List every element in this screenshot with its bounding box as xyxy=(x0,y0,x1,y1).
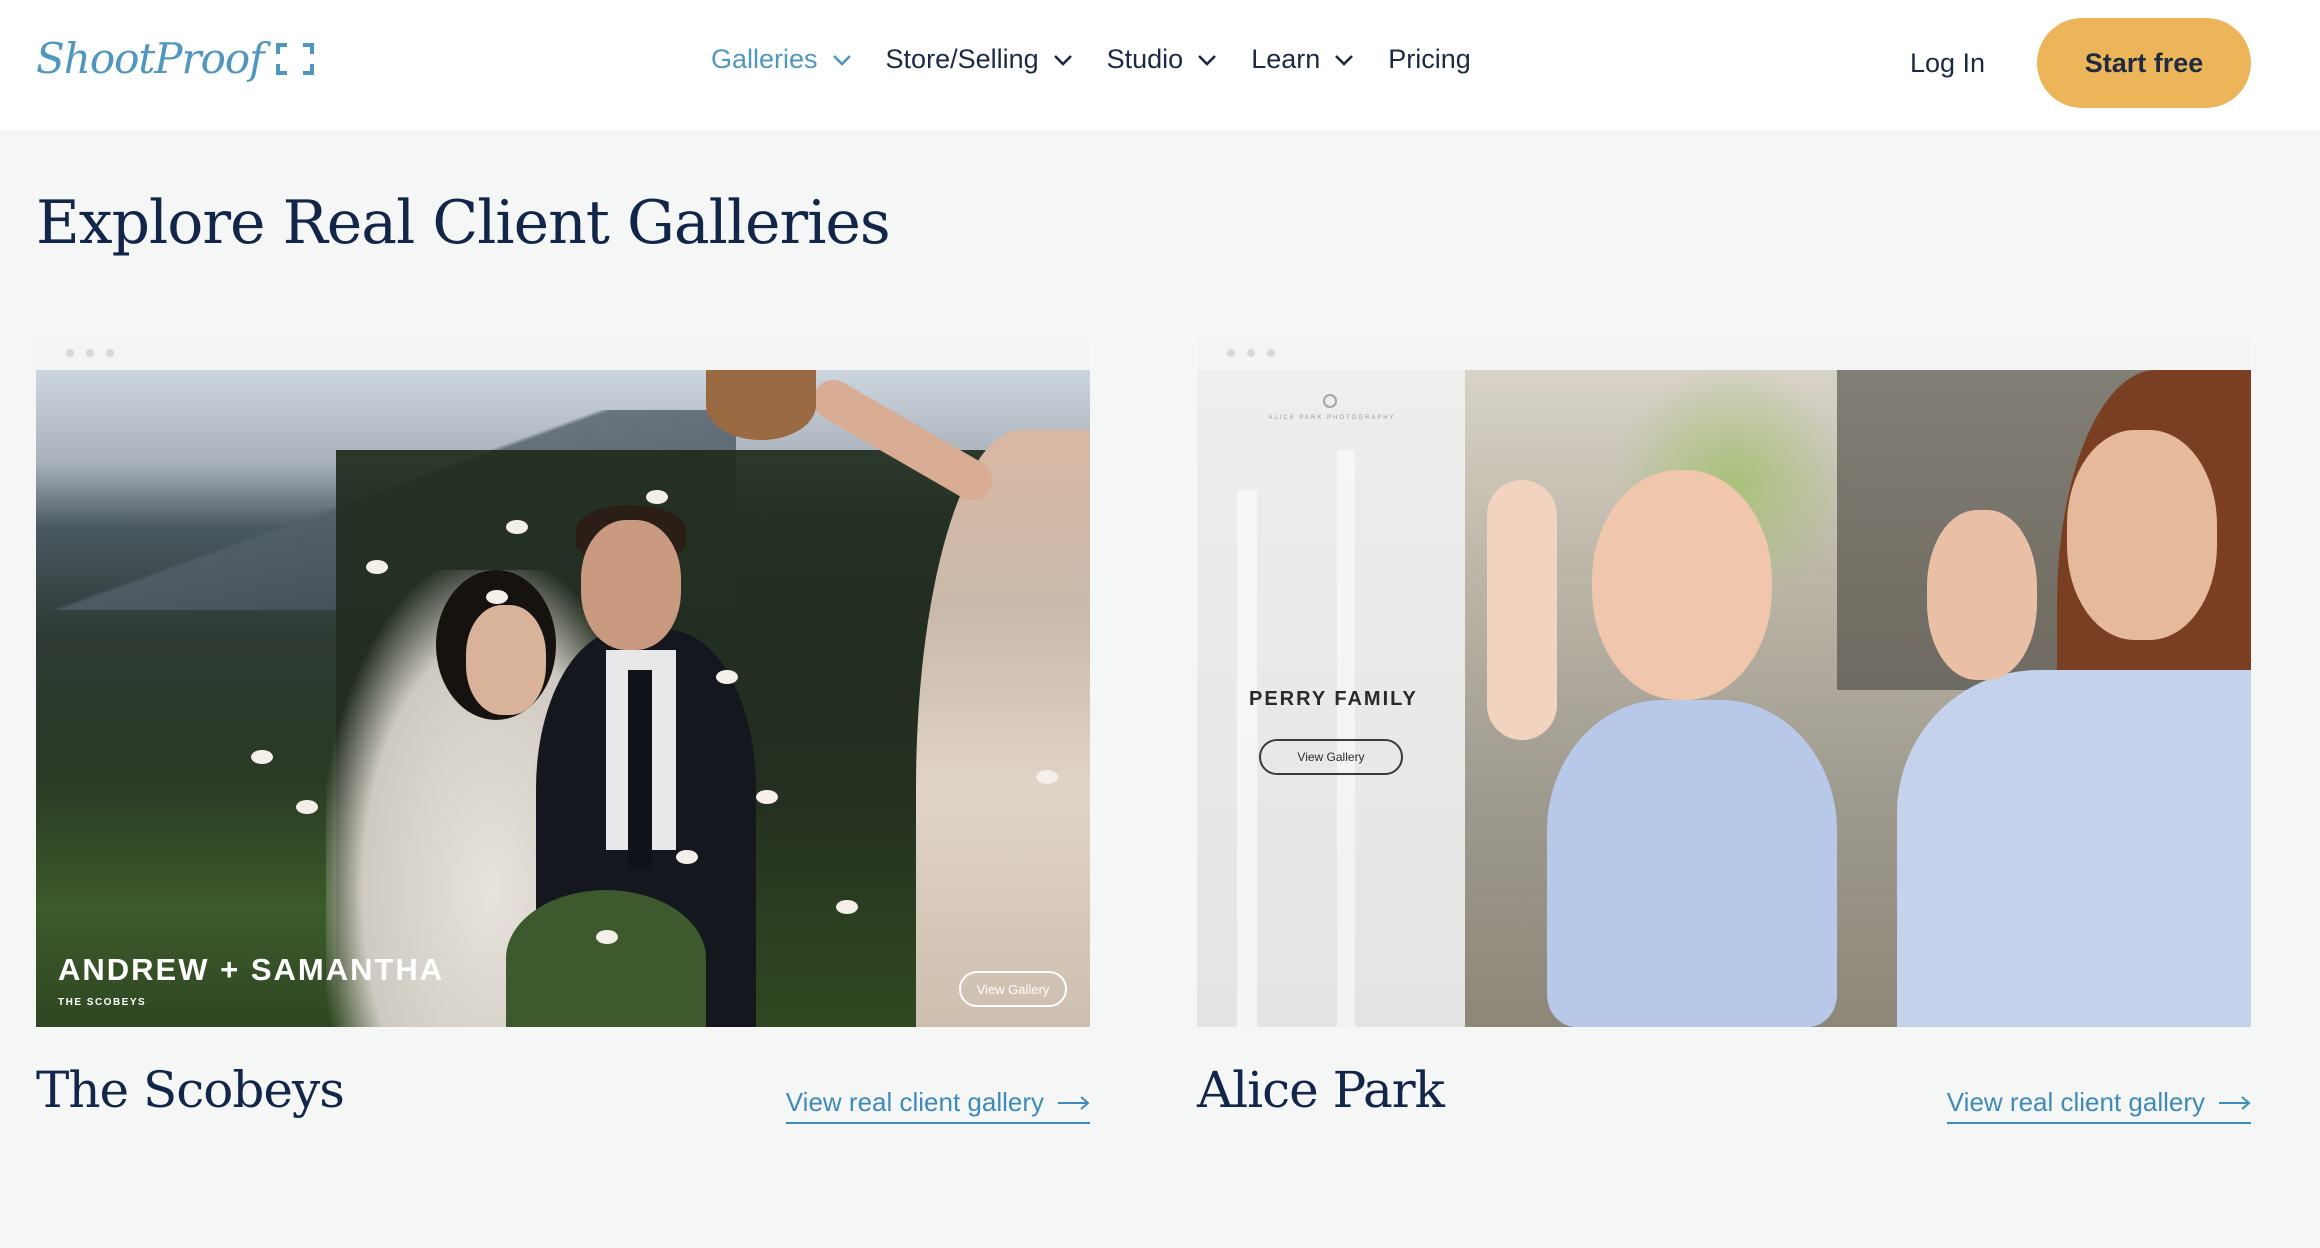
login-link[interactable]: Log In xyxy=(1910,48,1985,79)
shootproof-logo[interactable]: ShootProof xyxy=(36,34,314,83)
wedding-gallery-preview[interactable]: ANDREW + SAMANTHA THE SCOBEYS View Galle… xyxy=(36,370,1090,1027)
gallery-photo-subtitle: THE SCOBEYS xyxy=(58,997,147,1008)
chevron-down-icon xyxy=(1335,54,1354,66)
window-dot xyxy=(1247,349,1255,357)
window-dot xyxy=(1267,349,1275,357)
nav-item-pricing[interactable]: Pricing xyxy=(1388,44,1471,75)
chevron-down-icon xyxy=(1053,54,1072,66)
focus-frame-icon xyxy=(275,42,314,75)
chevron-down-icon xyxy=(832,54,851,66)
nav-label: Store/Selling xyxy=(885,44,1039,74)
chevron-down-icon xyxy=(1198,54,1217,66)
gallery-name: The Scobeys xyxy=(36,1061,345,1119)
window-dot xyxy=(106,349,114,357)
link-label: View real client gallery xyxy=(785,1087,1044,1117)
site-header: ShootProof Galleries Store/Selling Studi… xyxy=(0,0,2320,130)
view-real-client-gallery-link[interactable]: View real client gallery xyxy=(1946,1087,2251,1124)
gallery-cover-panel: ALICE PARK PHOTOGRAPHY PERRY FAMILY View… xyxy=(1197,370,1465,1027)
studio-logo-icon xyxy=(1323,394,1337,408)
nav-label: Galleries xyxy=(711,44,818,74)
gallery-photo-title: ANDREW + SAMANTHA xyxy=(58,952,445,987)
card-footer: Alice Park View real client gallery xyxy=(1197,1027,2251,1137)
view-gallery-button[interactable]: View Gallery xyxy=(959,971,1067,1007)
view-real-client-gallery-link[interactable]: View real client gallery xyxy=(785,1087,1090,1124)
window-dot xyxy=(66,349,74,357)
gallery-name: Alice Park xyxy=(1197,1061,1445,1119)
browser-bar xyxy=(36,336,1090,370)
nav-label: Learn xyxy=(1251,44,1321,74)
logo-wordmark: ShootProof xyxy=(36,34,265,83)
page-title: Explore Real Client Galleries xyxy=(36,188,891,258)
gallery-card-scobeys: ANDREW + SAMANTHA THE SCOBEYS View Galle… xyxy=(36,336,1090,1137)
nav-item-galleries[interactable]: Galleries xyxy=(711,44,852,75)
start-free-button[interactable]: Start free xyxy=(2037,18,2251,108)
gallery-card-alice-park: ALICE PARK PHOTOGRAPHY PERRY FAMILY View… xyxy=(1197,336,2251,1137)
studio-name: ALICE PARK PHOTOGRAPHY xyxy=(1268,415,1396,421)
gallery-photo-title: PERRY FAMILY xyxy=(1249,688,1418,710)
window-dot xyxy=(86,349,94,357)
main-nav: Galleries Store/Selling Studio Learn Pri… xyxy=(711,44,1505,75)
browser-bar xyxy=(1197,336,2251,370)
card-footer: The Scobeys View real client gallery xyxy=(36,1027,1090,1137)
link-label: View real client gallery xyxy=(1946,1087,2205,1117)
window-dot xyxy=(1227,349,1235,357)
nav-label: Studio xyxy=(1106,44,1184,74)
nav-item-studio[interactable]: Studio xyxy=(1107,44,1218,75)
nav-item-learn[interactable]: Learn xyxy=(1251,44,1354,75)
nav-item-store-selling[interactable]: Store/Selling xyxy=(886,44,1073,75)
view-gallery-button[interactable]: View Gallery xyxy=(1259,739,1403,775)
family-gallery-preview[interactable]: ALICE PARK PHOTOGRAPHY PERRY FAMILY View… xyxy=(1197,370,2251,1027)
nav-label: Pricing xyxy=(1388,44,1471,74)
arrow-right-icon xyxy=(1058,1095,1090,1110)
arrow-right-icon xyxy=(2219,1095,2251,1110)
